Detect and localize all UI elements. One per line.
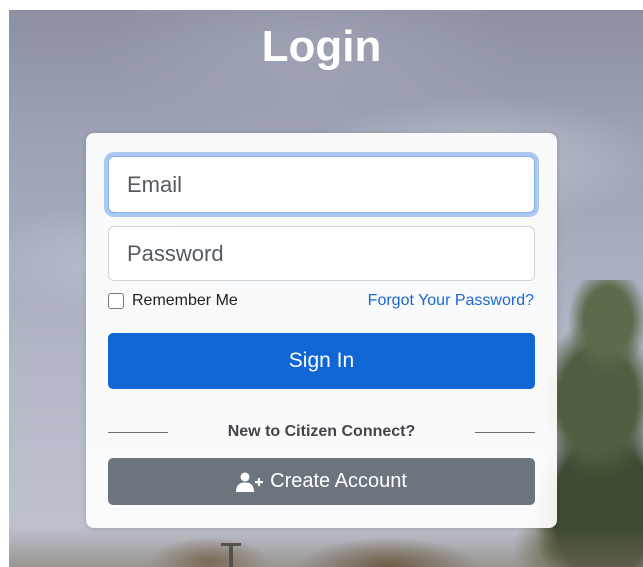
forgot-password-link[interactable]: Forgot Your Password? <box>368 291 534 311</box>
remember-me-label: Remember Me <box>132 292 238 309</box>
create-account-button[interactable]: Create Account <box>108 458 535 505</box>
email-field[interactable] <box>108 156 535 213</box>
user-plus-icon <box>236 472 268 492</box>
password-field[interactable] <box>108 226 535 281</box>
background-pole <box>221 543 241 567</box>
create-account-label: Create Account <box>270 470 407 492</box>
divider-line-right <box>475 432 535 433</box>
background-ground <box>9 527 643 567</box>
remember-me-checkbox[interactable] <box>108 293 124 309</box>
login-card: Remember Me Forgot Your Password? Sign I… <box>86 133 557 528</box>
remember-me[interactable]: Remember Me <box>108 291 238 311</box>
page-title: Login <box>261 22 382 71</box>
sign-in-button[interactable]: Sign In <box>108 333 535 389</box>
